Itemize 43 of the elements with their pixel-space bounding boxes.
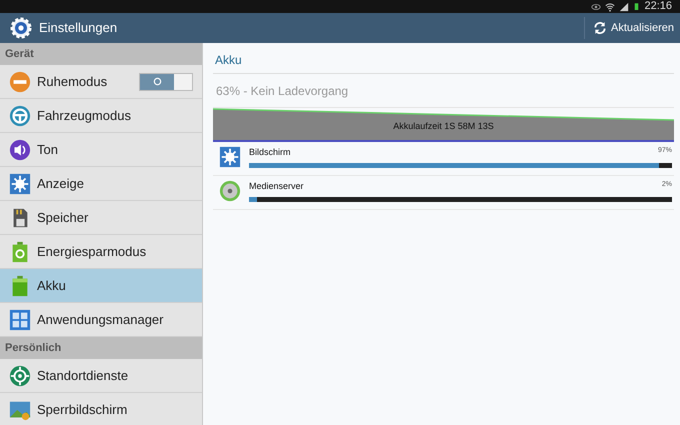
wifi-icon — [605, 2, 616, 12]
app-name: Bildschirm — [249, 146, 291, 159]
sidebar-item-label: Ton — [37, 140, 58, 159]
battery-icon — [633, 1, 640, 12]
speaker-icon — [9, 138, 31, 160]
sidebar-item-label: Speicher — [37, 208, 88, 227]
sidebar-item-label: Ruhemodus — [37, 72, 108, 91]
settings-icon — [9, 16, 33, 40]
battery-time: Akkulaufzeit 1S 58M 13S — [393, 120, 494, 133]
refresh-button[interactable]: Aktualisieren — [584, 17, 680, 39]
disc-icon — [219, 180, 241, 202]
brightness-icon — [9, 172, 31, 194]
brightness-icon — [219, 146, 241, 168]
sidebar-item[interactable]: Ruhemodus — [0, 65, 202, 99]
location-icon — [9, 364, 31, 386]
toggle-switch[interactable] — [139, 72, 193, 90]
sidebar-item-label: Energiesparmodus — [37, 242, 146, 261]
grid-icon — [9, 308, 31, 330]
sidebar-item-label: Standortdienste — [37, 366, 128, 385]
app-title: Einstellungen — [39, 19, 118, 38]
steering-wheel-icon — [9, 104, 31, 126]
eye-icon — [591, 2, 602, 12]
section-title: Akku — [213, 43, 674, 74]
app-name: Medienserver — [249, 180, 304, 193]
refresh-icon — [593, 21, 608, 35]
charge-status: 63% - Kein Ladevorgang — [213, 74, 674, 108]
sidebar-item[interactable]: Standortdienste — [0, 359, 202, 393]
sidebar-item-label: Anwendungsmanager — [37, 310, 164, 329]
sidebar-item[interactable]: Fahrzeugmodus — [0, 99, 202, 133]
do-not-disturb-icon — [9, 70, 31, 92]
sidebar-item[interactable]: Ton — [0, 133, 202, 167]
section-header: Persönlich — [0, 337, 202, 359]
sidebar-item[interactable]: Sperrbildschirm — [0, 393, 202, 425]
sidebar-item-label: Anzeige — [37, 174, 84, 193]
sidebar-item[interactable]: Speicher — [0, 201, 202, 235]
circle-icon — [152, 77, 162, 86]
sidebar-item-label: Akku — [37, 276, 66, 295]
clock: 22:16 — [644, 0, 672, 13]
section-header: Gerät — [0, 43, 202, 65]
sidebar-item-label: Sperrbildschirm — [37, 400, 128, 419]
sidebar-item[interactable]: Akku — [0, 269, 202, 303]
sidebar-item[interactable]: Anzeige — [0, 167, 202, 201]
sidebar-item-label: Fahrzeugmodus — [37, 106, 131, 125]
